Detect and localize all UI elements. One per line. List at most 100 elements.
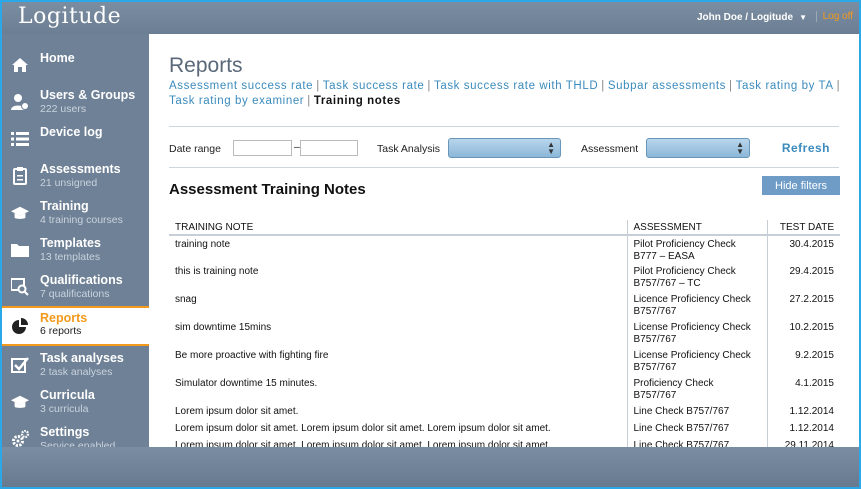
select-arrows-icon: ▲ ▼ — [736, 140, 744, 156]
cell-date: 27.2.2015 — [789, 294, 835, 305]
assessment-line: Pilot Proficiency Check — [633, 266, 736, 277]
assessment-select[interactable]: ▲ ▼ — [646, 138, 750, 158]
subnav-task-rating-by-ta[interactable]: Task rating by TA — [736, 80, 834, 92]
sidebar-item-count: 3 curricula — [40, 403, 89, 415]
table-row[interactable]: this is training note Pilot Proficiency … — [169, 263, 840, 291]
sidebar-item-curricula[interactable]: Curricula 3 curricula — [2, 384, 149, 421]
sidebar-item-reports[interactable]: Reports 6 reports — [2, 306, 149, 346]
subnav-assessment-success-rate[interactable]: Assessment success rate — [169, 80, 313, 92]
table-row[interactable]: sim downtime 15mins License Proficiency … — [169, 319, 840, 347]
select-arrows-icon: ▲ ▼ — [547, 140, 555, 156]
assessment-line: License Proficiency Check — [633, 322, 751, 333]
task-analysis-select[interactable]: ▲ ▼ — [448, 138, 561, 158]
cell-note: training note — [169, 235, 628, 263]
section-title: Assessment Training Notes — [169, 181, 366, 198]
cell-date: 29.11.2014 — [784, 440, 834, 447]
task-analysis-label: Task Analysis — [377, 143, 441, 155]
user-name: John Doe / Logitude — [696, 12, 794, 23]
assessment-line: B757/767 — [633, 390, 677, 401]
table-row[interactable]: snag Licence Proficiency Check B757/767 2… — [169, 291, 840, 319]
sidebar-item-count: 13 templates — [40, 251, 101, 263]
cell-assessment: License Proficiency Check B757/767 — [627, 319, 768, 347]
sidebar-item-templates[interactable]: Templates 13 templates — [2, 232, 149, 269]
cell-date: 1.12.2014 — [789, 406, 835, 417]
subnav-training-notes[interactable]: Training notes — [314, 95, 401, 107]
sidebar-item-count: 7 qualifications — [40, 288, 110, 300]
hide-filters-button[interactable]: Hide filters — [762, 176, 840, 195]
top-bar: Logitude John Doe / Logitude ▼ Log off — [2, 2, 859, 34]
sidebar-item-users-groups[interactable]: Users & Groups 222 users — [2, 84, 149, 121]
assessment-label: Assessment — [581, 143, 639, 155]
clipboard-icon — [11, 167, 29, 185]
subnav-subpar-assessments[interactable]: Subpar assessments — [608, 80, 726, 92]
cell-note: Lorem ipsum dolor sit amet. Lorem ipsum … — [169, 420, 628, 437]
app-logo[interactable]: Logitude — [18, 4, 121, 29]
assessment-line: B757/767 — [633, 334, 677, 345]
cell-note: Be more proactive with fighting fire — [169, 347, 628, 375]
assessment-line: Licence Proficiency Check — [633, 294, 751, 305]
table-row[interactable]: Lorem ipsum dolor sit amet. Line Check B… — [169, 403, 840, 420]
sidebar-item-training[interactable]: Training 4 training courses — [2, 195, 149, 232]
training-notes-table: TRAINING NOTE ASSESSMENT TEST DATE train… — [169, 220, 840, 447]
subnav-separator: | — [427, 80, 431, 92]
sidebar-item-count: 6 reports — [40, 325, 82, 337]
table-row[interactable]: Lorem ipsum dolor sit amet. Lorem ipsum … — [169, 420, 840, 437]
sidebar-item-label: Reports — [40, 311, 88, 325]
cell-assessment: License Proficiency Check B757/767 — [627, 347, 768, 375]
gears-icon — [11, 430, 29, 448]
pie-chart-icon — [11, 318, 29, 336]
divider — [169, 167, 839, 168]
cell-note: this is training note — [169, 263, 628, 291]
assessment-line: B757/767 – TC — [633, 278, 701, 289]
main-content: Reports Assessment success rate | Task suc… — [149, 34, 859, 447]
table-row[interactable]: Lorem ipsum dolor sit amet. Lorem ipsum … — [169, 437, 840, 447]
logoff-link[interactable]: Log off — [815, 11, 853, 22]
subnav-task-rating-by-examiner[interactable]: Task rating by examiner — [169, 95, 304, 107]
cell-date: 30.4.2015 — [789, 239, 835, 250]
col-header-training-note[interactable]: TRAINING NOTE — [169, 220, 628, 236]
checkbox-icon — [11, 356, 29, 374]
divider — [169, 126, 839, 127]
subnav-separator: | — [729, 80, 733, 92]
cell-assessment: Proficiency Check B757/767 — [627, 375, 768, 403]
users-icon — [11, 93, 29, 111]
cell-date: 4.1.2015 — [795, 378, 834, 389]
refresh-link[interactable]: Refresh — [782, 141, 830, 155]
sidebar-item-qualifications[interactable]: Qualifications 7 qualifications — [2, 269, 149, 306]
cell-date: 10.2.2015 — [789, 322, 835, 333]
col-header-test-date[interactable]: TEST DATE — [767, 220, 840, 236]
table-row[interactable]: Be more proactive with fighting fire Lic… — [169, 347, 840, 375]
sidebar: Home Users & Groups 222 users Device log… — [2, 34, 149, 452]
sidebar-item-task-analyses[interactable]: Task analyses 2 task analyses — [2, 347, 149, 384]
table-row[interactable]: Simulator downtime 15 minutes. Proficien… — [169, 375, 840, 403]
sidebar-item-label: Templates — [40, 236, 101, 250]
sidebar-item-label: Settings — [40, 425, 90, 439]
sidebar-item-count: 2 task analyses — [40, 366, 113, 378]
subnav-separator: | — [316, 80, 320, 92]
sidebar-item-assessments[interactable]: Assessments 21 unsigned — [2, 158, 149, 195]
cell-assessment: Pilot Proficiency Check B757/767 – TC — [627, 263, 768, 291]
cell-assessment: Licence Proficiency Check B757/767 — [627, 291, 768, 319]
cell-assessment: Line Check B757/767 — [627, 403, 768, 420]
subnav-separator: | — [307, 95, 311, 107]
cell-date: 1.12.2014 — [789, 423, 835, 434]
date-from-input[interactable] — [233, 140, 292, 156]
subnav-task-success-rate[interactable]: Task success rate — [323, 80, 425, 92]
sidebar-item-count: 21 unsigned — [40, 177, 98, 189]
sidebar-item-label: Training — [40, 199, 89, 213]
user-menu[interactable]: John Doe / Logitude ▼ — [697, 12, 807, 23]
report-subnav: Assessment success rate | Task success rat… — [169, 79, 849, 109]
col-header-assessment[interactable]: ASSESSMENT — [627, 220, 768, 236]
sidebar-item-home[interactable]: Home — [2, 47, 149, 84]
sidebar-item-count: 4 training courses — [40, 214, 123, 226]
sidebar-item-count: 222 users — [40, 103, 87, 115]
date-to-input[interactable] — [300, 140, 358, 156]
sidebar-item-label: Qualifications — [40, 273, 123, 287]
sidebar-item-label: Task analyses — [40, 351, 124, 365]
table-row[interactable]: training note Pilot Proficiency Check B77… — [169, 235, 840, 263]
sidebar-item-label: Users & Groups — [40, 88, 136, 102]
sidebar-item-device-log[interactable]: Device log — [2, 121, 149, 158]
cell-assessment: Line Check B757/767 — [627, 420, 768, 437]
subnav-task-success-rate-thld[interactable]: Task success rate with THLD — [434, 80, 598, 92]
filter-bar: Date range – Task Analysis ▲ ▼ Assessment… — [169, 137, 839, 161]
